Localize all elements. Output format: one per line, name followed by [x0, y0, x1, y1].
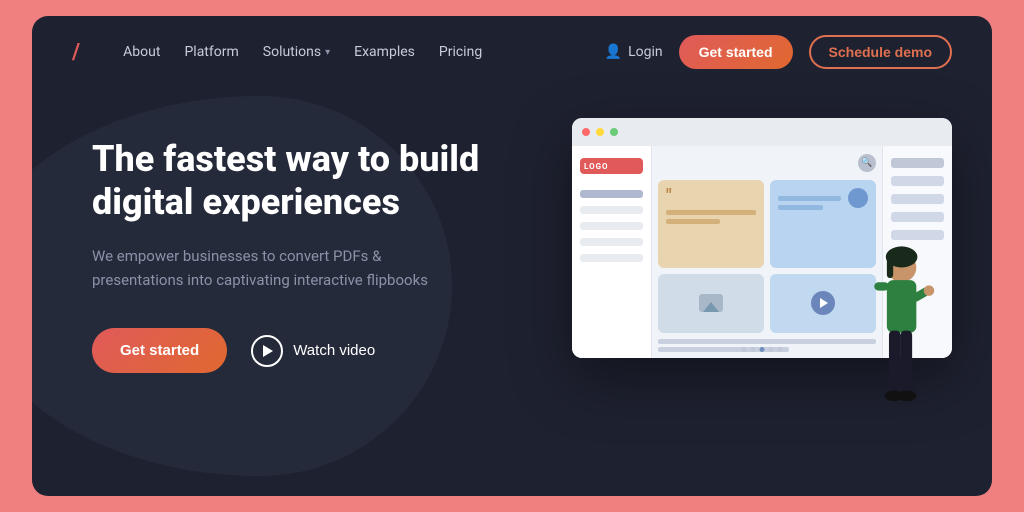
nav-solutions[interactable]: Solutions ▾	[263, 44, 330, 60]
hero-title: The fastest way to build digital experie…	[92, 138, 512, 224]
dot-5	[778, 347, 783, 352]
right-sidebar-item-4	[891, 212, 944, 222]
mountain-icon	[703, 302, 719, 312]
card-blue-line-1	[778, 196, 841, 201]
browser-indicator-dots	[742, 347, 783, 352]
nav-platform[interactable]: Platform	[184, 44, 238, 60]
play-button-mock	[811, 291, 835, 315]
nav-right: 👤 Login Get started Schedule demo	[605, 35, 952, 69]
sidebar-item-3	[580, 222, 643, 230]
quote-mark: "	[666, 188, 756, 206]
card-line-2	[666, 219, 720, 224]
get-started-hero-button[interactable]: Get started	[92, 328, 227, 373]
chevron-down-icon: ▾	[325, 47, 330, 58]
right-sidebar-item-2	[891, 176, 944, 186]
hero-illustration: LOGO 🔍	[552, 128, 932, 428]
main-container: / About Platform Solutions ▾ Examples Pr…	[32, 16, 992, 496]
image-icon	[699, 294, 723, 312]
avatar-mock	[848, 188, 868, 208]
browser-logo-area: LOGO	[580, 158, 643, 174]
watch-video-button[interactable]: Watch video	[251, 335, 375, 367]
browser-dot-green	[610, 128, 618, 136]
mock-logo: LOGO	[584, 162, 609, 171]
dot-3	[760, 347, 765, 352]
bottom-bar-line-1	[658, 339, 876, 344]
search-icon: 🔍	[858, 154, 876, 172]
hero-section: The fastest way to build digital experie…	[32, 88, 992, 428]
hero-text: The fastest way to build digital experie…	[92, 128, 512, 373]
browser-search-row: 🔍	[658, 154, 876, 172]
user-icon: 👤	[605, 44, 622, 60]
logo[interactable]: /	[72, 40, 79, 65]
nav-pricing[interactable]: Pricing	[439, 44, 482, 60]
hero-actions: Get started Watch video	[92, 328, 512, 373]
card-image	[658, 274, 764, 334]
browser-bar	[572, 118, 952, 146]
play-icon	[251, 335, 283, 367]
card-blue-line-2	[778, 205, 823, 210]
sidebar-item-1	[580, 190, 643, 198]
browser-main-area: 🔍 "	[652, 146, 882, 358]
card-quote: "	[658, 180, 764, 268]
right-sidebar-item-3	[891, 194, 944, 204]
dot-1	[742, 347, 747, 352]
nav-links: About Platform Solutions ▾ Examples Pric…	[123, 44, 580, 60]
hero-subtitle: We empower businesses to convert PDFs & …	[92, 244, 452, 292]
sidebar-item-2	[580, 206, 643, 214]
browser-card-grid: "	[658, 180, 876, 333]
card-line-1	[666, 210, 756, 215]
sidebar-item-5	[580, 254, 643, 262]
nav-examples[interactable]: Examples	[354, 44, 415, 60]
navigation: / About Platform Solutions ▾ Examples Pr…	[32, 16, 992, 88]
dot-4	[769, 347, 774, 352]
browser-sidebar: LOGO	[572, 146, 652, 358]
play-triangle	[263, 345, 273, 357]
browser-dot-yellow	[596, 128, 604, 136]
get-started-nav-button[interactable]: Get started	[679, 35, 793, 69]
sidebar-item-4	[580, 238, 643, 246]
play-triangle-mock	[820, 298, 828, 308]
browser-dot-red	[582, 128, 590, 136]
schedule-demo-button[interactable]: Schedule demo	[809, 35, 952, 69]
dot-2	[751, 347, 756, 352]
right-sidebar-item-1	[891, 158, 944, 168]
nav-about[interactable]: About	[123, 44, 160, 60]
login-button[interactable]: 👤 Login	[605, 44, 663, 60]
person-illustration	[857, 238, 942, 438]
